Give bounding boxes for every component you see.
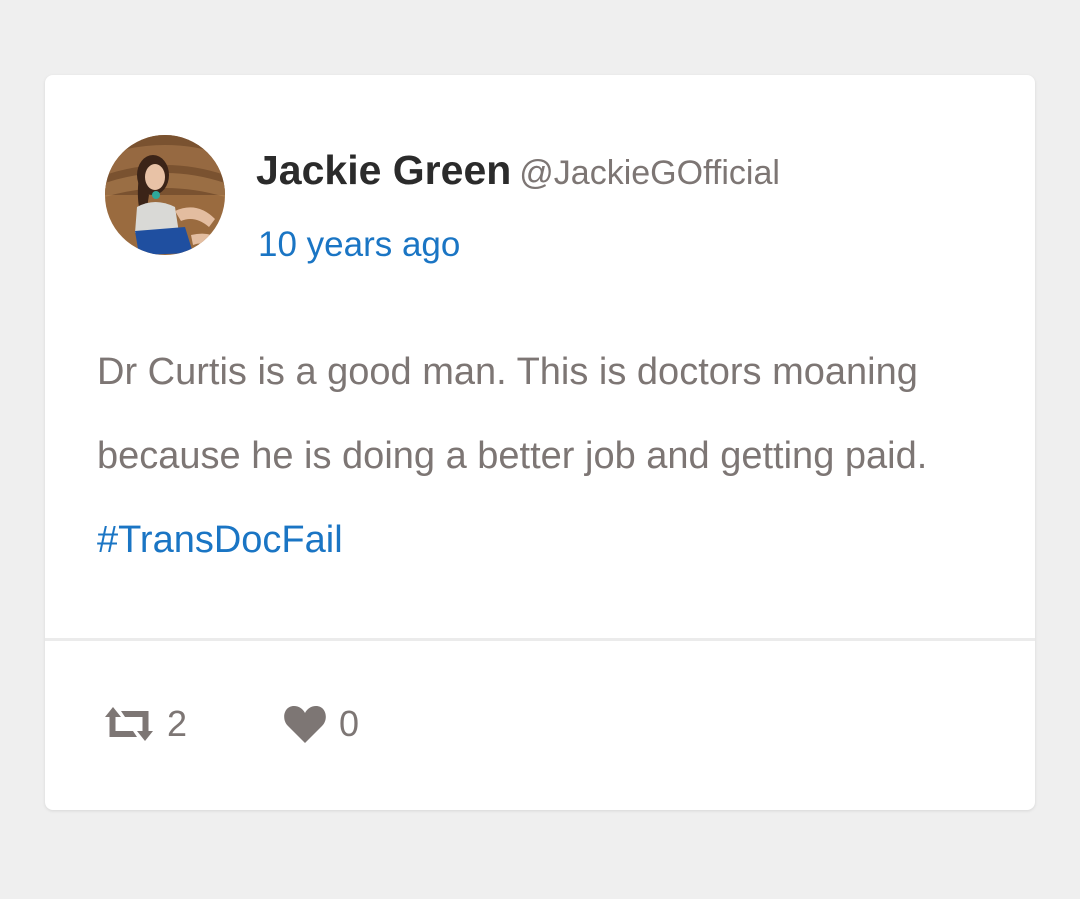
post-timestamp[interactable]: 10 years ago — [258, 225, 460, 265]
author-handle[interactable]: @JackieGOfficial — [519, 154, 780, 192]
retweet-icon — [105, 707, 153, 741]
retweet-count: 2 — [167, 703, 188, 744]
author-line: Jackie Green @JackieGOfficial — [256, 147, 780, 194]
post-text: Dr Curtis is a good man. This is doctors… — [97, 351, 928, 477]
hashtag-link[interactable]: #TransDocFail — [97, 519, 343, 561]
avatar-image — [105, 135, 225, 255]
like-count: 0 — [339, 703, 360, 744]
like-button[interactable]: 0 — [283, 703, 359, 745]
avatar[interactable] — [105, 135, 225, 255]
heart-icon — [284, 706, 326, 743]
retweet-button[interactable]: 2 — [103, 703, 283, 745]
post-card: Jackie Green @JackieGOfficial 10 years ag… — [45, 75, 1035, 810]
post-actions: 2 0 — [103, 703, 359, 745]
post-body: Dr Curtis is a good man. This is doctors… — [97, 330, 977, 582]
divider — [45, 638, 1035, 641]
author-name[interactable]: Jackie Green — [256, 147, 511, 193]
